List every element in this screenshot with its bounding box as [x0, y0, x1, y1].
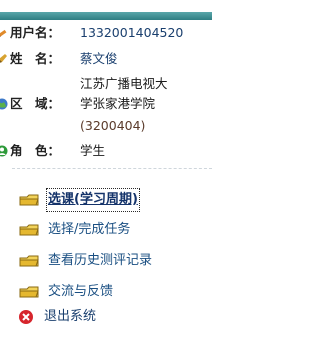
folder-hand-icon	[19, 255, 39, 267]
username-value: 1332001404520	[80, 25, 184, 40]
folder-hand-icon	[19, 286, 39, 298]
role-row: 角 色： 学生	[0, 142, 212, 160]
red-x-icon	[19, 310, 33, 324]
username-label: 用户名：	[10, 25, 61, 40]
menu-item-label: 选择/完成任务	[48, 222, 131, 237]
region-row: 区 域： 学张家港学院	[0, 95, 212, 113]
divider	[12, 168, 212, 169]
pencil-icon	[0, 29, 7, 38]
role-label: 角 色：	[10, 143, 61, 158]
menu-item-label: 退出系统	[44, 309, 97, 324]
menu-item-label: 查看历史测评记录	[48, 253, 153, 268]
region-code: (3200404)	[80, 118, 146, 133]
panel-top-bar	[0, 12, 212, 20]
folder-hand-icon	[19, 224, 39, 236]
person-icon	[0, 145, 8, 157]
folder-hand-icon	[19, 194, 39, 206]
menu-item-label: 交流与反馈	[48, 284, 114, 299]
name-label: 姓 名：	[10, 51, 61, 66]
region-label: 区 域：	[10, 96, 61, 111]
user-panel: 用户名： 1332001404520 姓 名： 蔡文俊 江苏广播电视大 区 域：…	[0, 0, 212, 339]
globe-icon	[0, 98, 8, 110]
menu-item-label: 选课(学习周期)	[46, 188, 140, 212]
username-row: 用户名： 1332001404520	[0, 24, 212, 42]
region-line-2: 学张家港学院	[80, 96, 156, 111]
name-row: 姓 名： 蔡文俊	[0, 50, 212, 68]
pen-icon	[0, 54, 7, 63]
region-line-1: 江苏广播电视大	[80, 76, 168, 91]
name-value: 蔡文俊	[80, 51, 118, 66]
role-value: 学生	[80, 143, 106, 158]
